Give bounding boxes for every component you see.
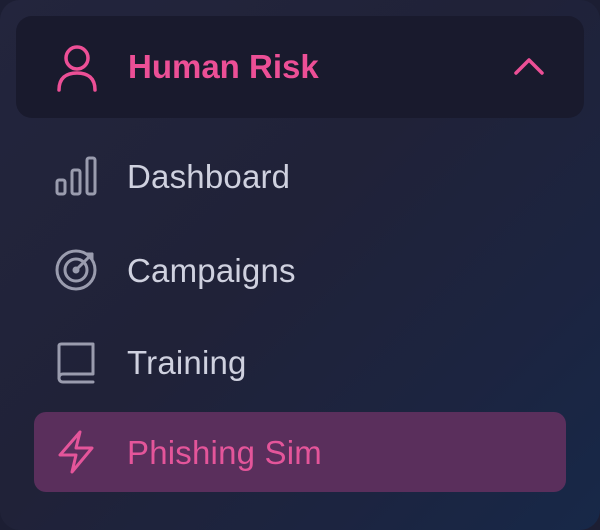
sidebar-panel: Human Risk Dashboard Campaigns Training — [0, 0, 600, 530]
bar-chart-icon — [55, 156, 97, 196]
nav-item-label: Campaigns — [127, 252, 296, 289]
nav-item-label: Dashboard — [127, 158, 291, 195]
chevron-up-icon[interactable] — [511, 54, 547, 78]
nav-item-campaigns[interactable]: Campaigns — [34, 231, 566, 311]
nav-item-phishing-sim[interactable]: Phishing Sim — [34, 412, 566, 492]
target-icon — [55, 249, 97, 291]
nav-item-label: Phishing Sim — [127, 434, 322, 471]
nav-item-dashboard[interactable]: Dashboard — [34, 137, 566, 217]
book-icon — [57, 342, 95, 384]
section-title: Human Risk — [128, 48, 319, 85]
user-icon — [57, 45, 97, 92]
lightning-icon — [58, 430, 94, 474]
nav-item-label: Training — [127, 344, 247, 381]
nav-item-training[interactable]: Training — [34, 323, 566, 403]
